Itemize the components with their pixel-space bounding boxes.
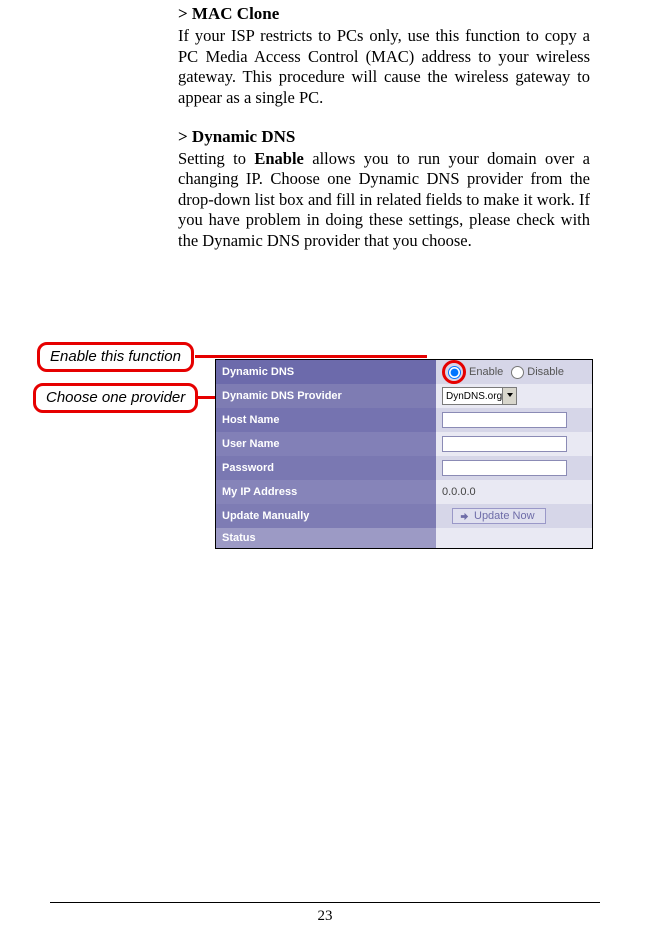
ddns-text-pre: Setting to — [178, 149, 254, 168]
value-update-manually: Update Now — [436, 504, 592, 528]
enable-radio-highlight — [442, 360, 466, 384]
label-host-name: Host Name — [216, 408, 436, 432]
callout-enable-leader — [195, 355, 427, 358]
label-update-manually: Update Manually — [216, 504, 436, 528]
input-user-name[interactable] — [442, 436, 567, 452]
radio-disable-wrap: Disable — [511, 366, 564, 379]
row-password: Password — [216, 456, 592, 480]
ddns-config-panel: Dynamic DNS Enable Disable Dynamic DNS P… — [215, 359, 593, 549]
row-user-name: User Name — [216, 432, 592, 456]
ddns-text-bold: Enable — [254, 149, 304, 168]
callout-choose-provider: Choose one provider — [33, 383, 198, 413]
value-status — [436, 528, 592, 548]
label-ddns-provider: Dynamic DNS Provider — [216, 384, 436, 408]
mac-clone-heading: > MAC Clone — [178, 4, 590, 24]
footer-rule — [50, 902, 600, 903]
value-user-name — [436, 432, 592, 456]
radio-enable-label: Enable — [469, 366, 503, 378]
row-my-ip: My IP Address 0.0.0.0 — [216, 480, 592, 504]
value-dynamic-dns: Enable Disable — [436, 360, 592, 384]
mac-clone-paragraph: If your ISP restricts to PCs only, use t… — [178, 26, 590, 109]
arrow-icon — [459, 511, 470, 522]
input-host-name[interactable] — [442, 412, 567, 428]
value-host-name — [436, 408, 592, 432]
row-dynamic-dns: Dynamic DNS Enable Disable — [216, 360, 592, 384]
page-number: 23 — [0, 908, 650, 925]
radio-enable[interactable] — [448, 366, 461, 379]
callout-provider-leader — [197, 396, 216, 399]
callout-enable-function: Enable this function — [37, 342, 194, 372]
value-my-ip: 0.0.0.0 — [436, 480, 592, 504]
body-text: > MAC Clone If your ISP restricts to PCs… — [178, 4, 590, 270]
radio-disable-label: Disable — [527, 366, 564, 378]
chevron-down-icon — [507, 393, 513, 397]
callout-provider-label: Choose one provider — [46, 389, 185, 406]
input-password[interactable] — [442, 460, 567, 476]
dynamic-dns-heading: > Dynamic DNS — [178, 127, 590, 147]
update-now-button[interactable]: Update Now — [452, 508, 546, 524]
select-ddns-provider[interactable]: DynDNS.org — [442, 387, 517, 405]
row-status: Status — [216, 528, 592, 548]
select-ddns-provider-value: DynDNS.org — [446, 391, 502, 402]
radio-disable[interactable] — [511, 366, 524, 379]
label-status: Status — [216, 528, 436, 548]
dynamic-dns-paragraph: Setting to Enable allows you to run your… — [178, 149, 590, 252]
label-password: Password — [216, 456, 436, 480]
label-user-name: User Name — [216, 432, 436, 456]
label-dynamic-dns: Dynamic DNS — [216, 360, 436, 384]
row-update-manually: Update Manually Update Now — [216, 504, 592, 528]
row-ddns-provider: Dynamic DNS Provider DynDNS.org — [216, 384, 592, 408]
callout-enable-label: Enable this function — [50, 348, 181, 365]
label-my-ip: My IP Address — [216, 480, 436, 504]
update-now-label: Update Now — [474, 510, 535, 522]
value-ddns-provider: DynDNS.org — [436, 384, 592, 408]
manual-page: > MAC Clone If your ISP restricts to PCs… — [0, 0, 650, 939]
row-host-name: Host Name — [216, 408, 592, 432]
value-password — [436, 456, 592, 480]
